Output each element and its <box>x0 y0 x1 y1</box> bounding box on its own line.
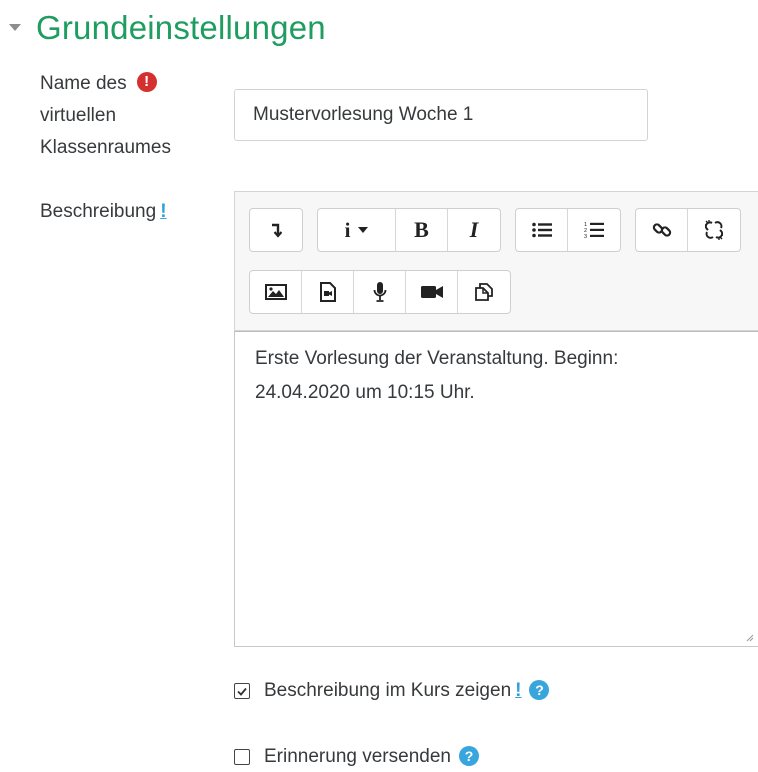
show-description-checkbox[interactable] <box>234 683 250 699</box>
record-audio-button[interactable] <box>354 271 406 313</box>
link-icon <box>652 223 671 237</box>
name-input[interactable]: Mustervorlesung Woche 1 <box>234 89 648 141</box>
question-circle-icon[interactable]: ? <box>529 680 550 700</box>
italic-button[interactable]: I <box>448 209 500 251</box>
ordered-list-button[interactable]: 1 2 3 <box>568 209 620 251</box>
list-ul-icon <box>531 222 552 238</box>
toolbar-group-links <box>635 208 741 252</box>
show-description-help-link[interactable]: ! <box>515 680 521 702</box>
arrow-down-icon <box>272 223 282 238</box>
toolbar-group-lists: 1 2 3 <box>515 208 621 252</box>
insert-image-button[interactable] <box>250 271 302 313</box>
resize-handle-icon[interactable] <box>744 632 754 642</box>
name-field-label: Name des! virtuellen Klassenraumes <box>40 68 171 164</box>
send-reminder-checkbox[interactable] <box>234 749 250 765</box>
unordered-list-button[interactable] <box>516 209 568 251</box>
info-style-button[interactable]: i <box>318 209 396 251</box>
image-icon <box>264 284 287 300</box>
italic-icon: I <box>469 217 479 242</box>
toolbar-group-format: i B I <box>317 208 501 252</box>
description-label: Beschreibung <box>40 201 157 222</box>
collapse-toolbar-button[interactable] <box>250 209 302 251</box>
list-ol-icon: 1 2 3 <box>584 222 604 239</box>
name-label-line-2: virtuellen <box>40 105 117 126</box>
section-title: Grundeinstellungen <box>36 9 326 46</box>
section-header[interactable]: Grundeinstellungen <box>8 6 326 50</box>
editor-textarea[interactable]: Erste Vorlesung der Veranstaltung. Begin… <box>234 331 758 647</box>
insert-media-button[interactable] <box>302 271 354 313</box>
description-help-link[interactable]: ! <box>160 201 166 222</box>
info-icon: i <box>344 217 351 242</box>
description-label-row: Beschreibung! <box>40 196 167 228</box>
description-editor: i B I 1 2 3 Erste Vorlesung der Veransta… <box>234 191 758 647</box>
name-label-line-3: Klassenraumes <box>40 137 171 158</box>
svg-text:3: 3 <box>584 234 587 239</box>
toolbar-group-collapse <box>249 208 303 252</box>
manage-files-button[interactable] <box>458 271 510 313</box>
link-button[interactable] <box>636 209 688 251</box>
name-label-line-1: Name des <box>40 73 127 94</box>
microphone-icon <box>373 282 386 302</box>
file-video-icon <box>319 282 336 302</box>
send-reminder-row: Erinnerung versenden ? <box>234 742 479 772</box>
show-description-row: Beschreibung im Kurs zeigen ! ? <box>234 676 550 706</box>
question-circle-icon[interactable]: ? <box>458 746 479 766</box>
unlink-button[interactable] <box>688 209 740 251</box>
record-video-button[interactable] <box>406 271 458 313</box>
video-camera-icon <box>420 286 443 298</box>
caret-down-icon[interactable] <box>8 21 22 35</box>
editor-toolbar: i B I 1 2 3 <box>234 191 758 331</box>
editor-text-line-2: 24.04.2020 um 10:15 Uhr. <box>255 382 475 403</box>
toolbar-group-media <box>249 270 511 314</box>
dropdown-caret-icon <box>358 227 369 233</box>
unlink-icon <box>704 220 724 240</box>
checkmark-icon <box>237 687 247 696</box>
bold-icon: B <box>414 217 429 242</box>
show-description-label: Beschreibung im Kurs zeigen <box>264 680 512 701</box>
required-icon: ! <box>136 71 157 92</box>
editor-text-line-1: Erste Vorlesung der Veranstaltung. Begin… <box>255 348 619 369</box>
bold-button[interactable]: B <box>396 209 448 251</box>
send-reminder-label: Erinnerung versenden <box>264 746 451 767</box>
copy-files-icon <box>475 283 493 301</box>
